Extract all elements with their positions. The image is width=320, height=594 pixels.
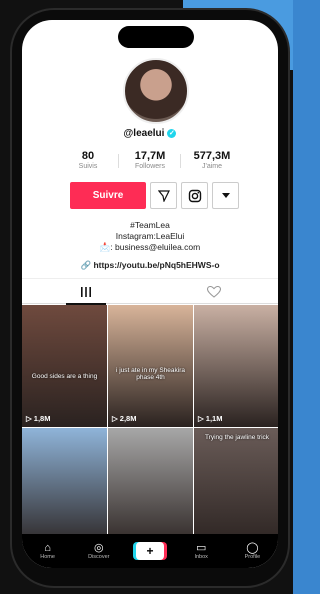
- play-icon: ▷: [112, 414, 118, 423]
- stat-label: Followers: [135, 163, 165, 170]
- video-grid: Good sides are a thing ▷ 1,8M i just ate …: [22, 305, 278, 550]
- stat-label: J'aime: [201, 163, 222, 170]
- nav-create[interactable]: +: [124, 534, 175, 568]
- view-count: ▷ 1,1M: [198, 414, 222, 423]
- view-count-text: 1,8M: [33, 414, 51, 423]
- avatar[interactable]: [123, 58, 189, 124]
- link-text: https://youtu.be/pNq5hEHWS-o: [93, 260, 220, 270]
- nav-label: Home: [40, 554, 55, 560]
- profile-icon: ◯: [246, 542, 259, 554]
- grid-icon: [81, 286, 91, 297]
- inbox-icon: ▭: [196, 542, 207, 554]
- verified-icon: ✓: [167, 128, 177, 138]
- video-thumbnail[interactable]: Trying the jawline trick: [194, 428, 278, 550]
- nav-label: Profile: [244, 554, 261, 560]
- tab-liked[interactable]: [150, 279, 278, 304]
- instagram-icon: [188, 189, 201, 202]
- bio-line: 📩: business@eluilea.com: [99, 242, 201, 252]
- view-count-text: 1,1M: [205, 414, 223, 423]
- view-count: ▷ 1,8M: [26, 414, 50, 423]
- follow-button[interactable]: Suivre: [70, 182, 146, 209]
- profile-tabs: [22, 278, 278, 305]
- video-thumbnail[interactable]: ▷ 1,1M: [194, 305, 278, 427]
- chevron-down-icon: [221, 192, 230, 198]
- bio-line: #TeamLea: [130, 220, 170, 230]
- username-text: @leaelui: [123, 128, 165, 139]
- liked-videos-icon: [207, 285, 221, 298]
- stat-following[interactable]: 80 Suivis: [57, 150, 119, 170]
- profile-stats: 80 Suivis 17,7M Followers 577,3M J'aime: [22, 150, 278, 170]
- nav-label: Discover: [88, 554, 110, 560]
- stat-value: 577,3M: [193, 150, 231, 162]
- stat-value: 80: [81, 150, 95, 162]
- video-caption: Trying the jawline trick: [204, 434, 270, 441]
- bottom-nav: ⌂ Home ◎ Discover + ▭ Inbox ◯ Profile: [22, 534, 278, 568]
- send-message-button[interactable]: [150, 182, 177, 209]
- nav-discover[interactable]: ◎ Discover: [73, 534, 124, 568]
- stat-likes[interactable]: 577,3M J'aime: [181, 150, 243, 170]
- video-thumbnail[interactable]: [108, 428, 193, 550]
- video-thumbnail[interactable]: i just ate in my Sheakira phase 4th ▷ 2,8…: [108, 305, 193, 427]
- play-icon: ▷: [198, 414, 204, 423]
- tab-videos[interactable]: [22, 279, 150, 305]
- video-thumbnail[interactable]: Good sides are a thing ▷ 1,8M: [22, 305, 107, 427]
- bio-line: Instagram:LeaElui: [115, 231, 185, 241]
- video-caption: Good sides are a thing: [31, 373, 98, 380]
- discover-icon: ◎: [94, 542, 104, 554]
- send-icon: [157, 189, 170, 202]
- video-caption: i just ate in my Sheakira phase 4th: [115, 367, 185, 381]
- more-options-button[interactable]: [212, 182, 239, 209]
- stat-followers[interactable]: 17,7M Followers: [119, 150, 181, 170]
- nav-home[interactable]: ⌂ Home: [22, 534, 73, 568]
- stat-value: 17,7M: [134, 150, 166, 162]
- username: @leaelui ✓: [22, 128, 278, 139]
- home-icon: ⌂: [44, 542, 51, 554]
- nav-label: Inbox: [194, 554, 208, 560]
- link-icon: 🔗: [80, 260, 92, 270]
- view-count: ▷ 2,8M: [112, 414, 136, 423]
- view-count-text: 2,8M: [119, 414, 137, 423]
- bio: #TeamLea Instagram:LeaElui 📩: business@e…: [22, 220, 278, 253]
- notch: [118, 26, 194, 48]
- nav-inbox[interactable]: ▭ Inbox: [176, 534, 227, 568]
- app-screen: @leaelui ✓ 80 Suivis 17,7M Followers 577,…: [22, 20, 278, 568]
- play-icon: ▷: [26, 414, 32, 423]
- profile-actions: Suivre: [70, 182, 239, 209]
- instagram-button[interactable]: [181, 182, 208, 209]
- nav-profile[interactable]: ◯ Profile: [227, 534, 278, 568]
- profile-link[interactable]: 🔗 https://youtu.be/pNq5hEHWS-o: [22, 260, 278, 271]
- video-thumbnail[interactable]: [22, 428, 107, 550]
- create-icon: +: [136, 542, 164, 560]
- stat-label: Suivis: [78, 163, 98, 170]
